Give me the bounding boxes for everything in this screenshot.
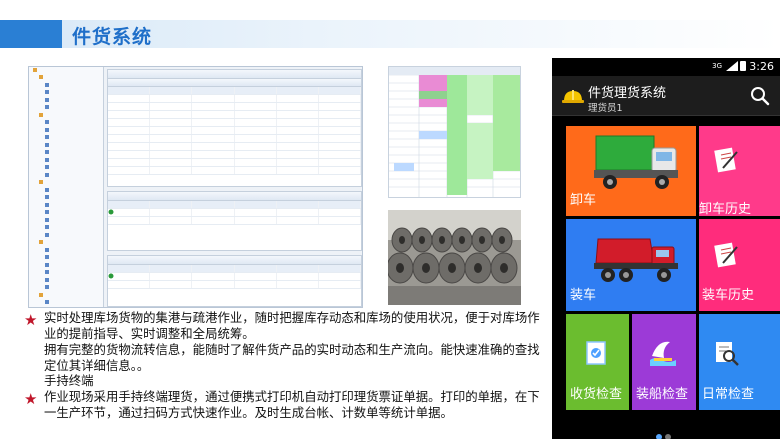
tile-unload[interactable]: 卸车: [566, 126, 696, 216]
network-type: 3G: [712, 62, 722, 70]
header-accent-stripe: [0, 20, 62, 48]
tile-label: 装船检查: [636, 387, 689, 402]
steel-coils-photo: [388, 210, 521, 305]
signal-icon: [726, 61, 738, 71]
hard-hat-icon: [562, 90, 584, 103]
tile-label: 装车历史: [702, 288, 755, 303]
tile-daily-check[interactable]: 日常检查: [699, 314, 780, 410]
battery-icon: [740, 61, 746, 71]
status-time: 3:26: [749, 60, 774, 73]
paragraph-yard-operations: 实时处理库场货物的集港与疏港作业，随时把握库存动态和库场的使用状况，便于对库场作…: [44, 310, 540, 341]
notepad-pen-icon: [714, 147, 738, 173]
navigation-tree: [29, 67, 104, 307]
yard-map-grid: [389, 67, 520, 197]
tile-shipment-check[interactable]: 装船检查: [632, 314, 696, 410]
search-icon[interactable]: [750, 86, 770, 106]
tile-load-history[interactable]: 装车历史: [699, 219, 780, 311]
tile-unload-history-overflow: [752, 126, 780, 216]
page-indicator: [656, 425, 674, 439]
steel-coils-illustration: [388, 210, 521, 305]
slide: 件货系统 ★ 实时处理库场货物的集港与疏港作业，随时把握库存动态和库场的使用状况…: [0, 0, 780, 439]
document-check-icon: [586, 341, 606, 365]
page-title: 件货系统: [72, 26, 153, 48]
tile-label: 收货检查: [570, 387, 623, 402]
tile-label: 日常检查: [702, 387, 755, 402]
paragraph-handheld-heading: 手持终端: [44, 373, 94, 388]
app-title: 件货理货系统: [588, 86, 667, 101]
main-grid-pane: [107, 69, 362, 187]
paragraph-cargo-tracking: 拥有完整的货物流转信息，能随时了解件货产品的实时动态和生产流向。能快速准确的查找…: [44, 342, 540, 373]
app-bar: 件货理货系统 理货员1: [552, 76, 780, 116]
magnifier-document-icon: [716, 342, 739, 366]
tile-load[interactable]: 装车: [566, 219, 696, 311]
detail-grid-pane: [107, 191, 362, 251]
desktop-app-screenshot: [28, 66, 363, 308]
tile-label: 装车: [570, 288, 597, 303]
tile-label: 卸车: [570, 193, 597, 208]
notepad-pen-icon: [714, 242, 738, 268]
operator-name: 理货员1: [588, 103, 623, 114]
handheld-phone-screen: 3G 3:26 件货理货系统 理货员1 卸车 卸车历史 装车 装车历史 收货检查…: [552, 58, 780, 439]
record-grid-pane: [107, 255, 362, 307]
status-bar: 3G 3:26: [552, 58, 780, 76]
dump-truck-icon: [594, 238, 678, 282]
star-bullet-icon: ★: [24, 311, 38, 329]
yard-map-screenshot: [388, 66, 521, 198]
truck-icon: [594, 135, 678, 189]
page-dot-active[interactable]: [656, 434, 662, 439]
ship-wave-icon: [650, 341, 676, 366]
star-bullet-icon: ★: [24, 390, 38, 408]
paragraph-handheld-detail: 作业现场采用手持终端理货，通过便携式打印机自动打印理货票证单据。打印的单据，在下…: [44, 389, 540, 420]
tile-receiving-check[interactable]: 收货检查: [566, 314, 629, 410]
page-dot[interactable]: [665, 434, 671, 439]
